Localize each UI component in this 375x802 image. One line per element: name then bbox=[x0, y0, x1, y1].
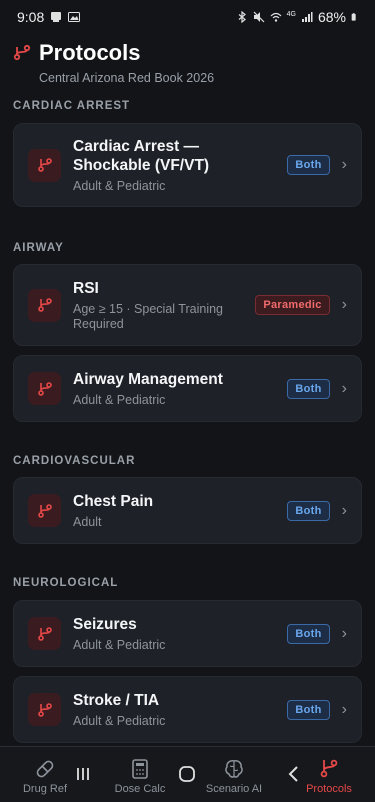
card-subtitle: Age ≥ 15 · Special Training Required bbox=[73, 301, 223, 331]
level-badge: Both bbox=[287, 699, 330, 720]
bottom-navigation: Drug Ref Dose Calc Scenario AI Protocols bbox=[0, 746, 375, 802]
branch-icon bbox=[13, 44, 31, 61]
network-type: 4G bbox=[286, 10, 296, 18]
level-badge: Both bbox=[287, 155, 330, 175]
protocol-card-chest-pain[interactable]: Chest Pain Adult Both › bbox=[13, 477, 362, 544]
nav-label: Drug Ref bbox=[22, 783, 68, 795]
page-subtitle: Central Arizona Red Book 2026 bbox=[39, 71, 215, 85]
level-badge: Paramedic bbox=[255, 295, 330, 315]
card-subtitle: Adult & Pediatric bbox=[73, 392, 166, 407]
brain-icon bbox=[225, 760, 243, 778]
branch-icon bbox=[28, 617, 61, 650]
recent-apps-button[interactable] bbox=[72, 763, 94, 785]
section-label-cardiovascular: CARDIOVASCULAR bbox=[13, 455, 136, 467]
card-title: RSI bbox=[73, 279, 99, 297]
wifi-icon bbox=[270, 12, 282, 22]
card-title: Chest Pain bbox=[73, 492, 154, 510]
battery-percent: 68% bbox=[317, 9, 346, 25]
branch-icon bbox=[28, 372, 61, 405]
nav-label: Scenario AI bbox=[205, 783, 263, 795]
mute-icon bbox=[253, 11, 265, 23]
chevron-right-icon: › bbox=[341, 379, 347, 397]
level-badge: Both bbox=[287, 378, 330, 399]
card-subtitle: Adult & Pediatric bbox=[73, 637, 166, 652]
section-label-neurological: NEUROLOGICAL bbox=[13, 577, 119, 589]
branch-icon bbox=[28, 288, 61, 322]
chevron-right-icon: › bbox=[341, 624, 347, 642]
card-subtitle: Adult & Pediatric bbox=[73, 713, 166, 728]
nav-item-dose-calc[interactable]: Dose Calc bbox=[105, 747, 175, 802]
page-title: Protocols bbox=[39, 40, 141, 65]
nav-item-protocols[interactable]: Protocols bbox=[294, 747, 364, 802]
calculator-icon bbox=[132, 759, 148, 779]
notification-icon bbox=[51, 12, 62, 22]
level-badge: Both bbox=[287, 500, 330, 521]
protocol-card-seizures[interactable]: Seizures Adult & Pediatric Both › bbox=[13, 600, 362, 667]
branch-icon bbox=[28, 494, 61, 527]
section-label-cardiac-arrest: CARDIAC ARREST bbox=[13, 100, 131, 112]
pill-icon bbox=[36, 760, 54, 778]
battery-icon bbox=[351, 13, 356, 21]
bluetooth-icon bbox=[238, 11, 246, 23]
branch-icon bbox=[28, 693, 61, 726]
image-icon bbox=[68, 12, 81, 22]
level-badge: Both bbox=[287, 623, 330, 644]
nav-item-drug-ref[interactable]: Drug Ref bbox=[10, 747, 80, 802]
page-header: Protocols Central Arizona Red Book 2026 bbox=[13, 40, 362, 85]
status-bar: 9:08 4G 68% bbox=[0, 0, 375, 34]
signal-icon bbox=[301, 12, 313, 22]
card-subtitle: Adult & Pediatric bbox=[73, 178, 166, 193]
chevron-right-icon: › bbox=[341, 700, 347, 718]
chevron-right-icon: › bbox=[341, 501, 347, 519]
card-title: Airway Management bbox=[73, 370, 223, 388]
section-label-airway: AIRWAY bbox=[13, 242, 64, 254]
branch-icon bbox=[320, 759, 338, 778]
protocol-card-cardiac-arrest[interactable]: Cardiac Arrest — Shockable (VF/VT) Adult… bbox=[13, 123, 362, 207]
card-title: Stroke / TIA bbox=[73, 691, 160, 709]
protocol-card-rsi[interactable]: RSI Age ≥ 15 · Special Training Required… bbox=[13, 264, 362, 346]
protocol-card-airway-management[interactable]: Airway Management Adult & Pediatric Both… bbox=[13, 355, 362, 422]
card-subtitle: Adult bbox=[73, 514, 102, 529]
chevron-right-icon: › bbox=[341, 296, 347, 313]
chevron-right-icon: › bbox=[341, 156, 347, 173]
clock: 9:08 bbox=[17, 9, 45, 25]
nav-item-scenario-ai[interactable]: Scenario AI bbox=[199, 747, 269, 802]
card-title: Seizures bbox=[73, 615, 137, 633]
nav-label: Dose Calc bbox=[114, 783, 166, 795]
home-icon bbox=[179, 766, 195, 782]
recent-apps-icon bbox=[77, 768, 89, 780]
protocol-card-stroke-tia[interactable]: Stroke / TIA Adult & Pediatric Both › bbox=[13, 676, 362, 743]
branch-icon bbox=[28, 148, 61, 182]
home-button[interactable] bbox=[176, 763, 198, 785]
nav-label: Protocols bbox=[306, 783, 352, 795]
card-title: Cardiac Arrest — Shockable (VF/VT) bbox=[73, 137, 210, 174]
